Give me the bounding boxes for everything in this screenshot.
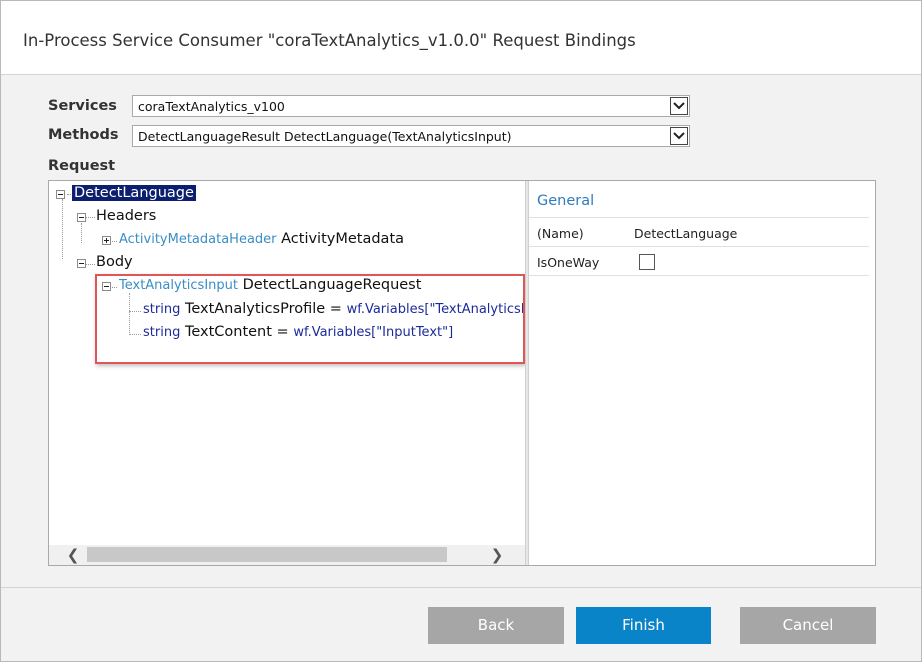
dialog-window: In-Process Service Consumer "coraTextAna… [0,0,922,662]
property-value[interactable]: DetectLanguage [634,226,737,241]
tree-node-activity-metadata[interactable]: ActivityMetadataHeader ActivityMetadata [119,231,404,247]
node-type: ActivityMetadataHeader [119,232,277,247]
finish-button[interactable]: Finish [576,607,711,644]
tree-connector [85,217,95,218]
properties-panel: General (Name) DetectLanguage IsOneWay [529,181,875,565]
isoneway-checkbox[interactable] [639,254,655,270]
dialog-title: In-Process Service Consumer "coraTextAna… [23,31,636,50]
chevron-down-icon[interactable] [670,97,688,115]
tree-node-body[interactable]: Body [96,254,133,270]
tree-connector [62,199,63,259]
tree-node-root-label: DetectLanguage [72,185,196,201]
horizontal-scrollbar[interactable]: ❮ ❯ [49,545,525,565]
footer-divider [1,587,921,588]
collapse-icon[interactable] [77,259,86,268]
request-tree[interactable]: DetectLanguage Headers ActivityMetadataH… [49,181,525,545]
tree-node-root[interactable]: DetectLanguage [72,185,196,201]
services-select-value: coraTextAnalytics_v100 [138,99,285,114]
request-panel: DetectLanguage Headers ActivityMetadataH… [48,180,876,566]
scroll-right-icon[interactable]: ❯ [489,546,505,564]
methods-select[interactable]: DetectLanguageResult DetectLanguage(Text… [132,125,690,147]
properties-section-general: General [537,193,595,209]
tree-node-headers[interactable]: Headers [96,208,156,224]
expand-icon[interactable] [102,236,111,245]
collapse-icon[interactable] [56,190,65,199]
scrollbar-thumb[interactable] [87,547,447,562]
request-label: Request [48,158,116,174]
services-label: Services [48,98,117,114]
collapse-icon[interactable] [77,213,86,222]
chevron-down-icon[interactable] [670,127,688,145]
services-select[interactable]: coraTextAnalytics_v100 [132,95,690,117]
scroll-left-icon[interactable]: ❮ [65,546,81,564]
property-key: (Name) [537,226,584,241]
property-key: IsOneWay [537,255,600,270]
back-button[interactable]: Back [428,607,564,644]
methods-select-value: DetectLanguageResult DetectLanguage(Text… [138,129,512,144]
cancel-button[interactable]: Cancel [740,607,876,644]
title-bar: In-Process Service Consumer "coraTextAna… [1,1,921,75]
tree-connector [85,264,95,265]
methods-label: Methods [48,127,119,143]
property-row-isoneway: IsOneWay [529,246,869,276]
highlight-annotation [95,274,525,364]
property-row-name: (Name) DetectLanguage [529,217,869,247]
node-name: ActivityMetadata [281,231,405,247]
tree-connector [81,223,82,243]
